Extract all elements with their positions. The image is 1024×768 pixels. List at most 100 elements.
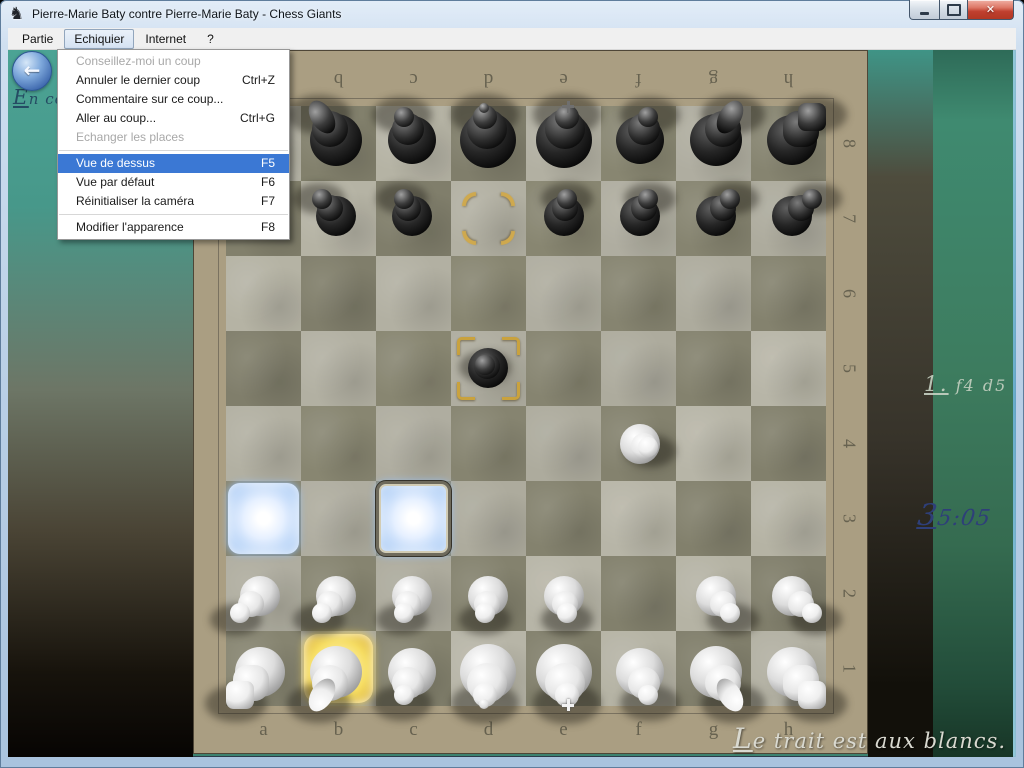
piece-white-king-e1[interactable] [526,631,601,706]
piece-white-knight-b1[interactable] [301,631,376,706]
piece-black-bishop-f8[interactable] [601,106,676,181]
maximize-icon [947,4,961,16]
square-d6[interactable] [451,256,526,331]
square-f3[interactable] [601,481,676,556]
chess-board: abcdefgh abcdefgh 87654321 [193,50,868,754]
piece-black-pawn-f7[interactable] [601,181,676,256]
menu-item-commentaire-sur-ce-coup[interactable]: Commentaire sur ce coup... [58,90,289,109]
knight-chess-icon: ♞ [9,4,24,24]
square-e5[interactable] [526,331,601,406]
square-g4[interactable] [676,406,751,481]
piece-black-knight-b8[interactable] [301,106,376,181]
square-d4[interactable] [451,406,526,481]
menu-item-shortcut: F8 [261,218,275,237]
square-h5[interactable] [751,331,826,406]
file-label-top-g: g [676,59,751,99]
square-f2[interactable] [601,556,676,631]
square-d3[interactable] [451,481,526,556]
square-a4[interactable] [226,406,301,481]
piece-black-pawn-g7[interactable] [676,181,751,256]
square-a5[interactable] [226,331,301,406]
square-h6[interactable] [751,256,826,331]
piece-black-queen-d8[interactable] [451,106,526,181]
square-b5[interactable] [301,331,376,406]
close-button[interactable]: ✕ [968,0,1014,20]
piece-black-pawn-b7[interactable] [301,181,376,256]
square-b4[interactable] [301,406,376,481]
piece-head [557,603,577,623]
minimize-button[interactable] [909,0,940,20]
piece-white-queen-d1[interactable] [451,631,526,706]
menu-item-vue-de-dessus[interactable]: Vue de dessusF5 [58,154,289,173]
menu-partie[interactable]: Partie [12,29,63,49]
file-label-top-d: d [451,59,526,99]
square-f6[interactable] [601,256,676,331]
piece-black-king-e8[interactable] [526,106,601,181]
menu-help[interactable]: ? [197,29,224,49]
file-labels-top: abcdefgh [226,59,826,99]
square-c6[interactable] [376,256,451,331]
square-b3[interactable] [301,481,376,556]
title-bar[interactable]: ♞ Pierre-Marie Baty contre Pierre-Marie … [0,0,1024,28]
square-g6[interactable] [676,256,751,331]
piece-white-pawn-g2[interactable] [676,556,751,631]
square-c5[interactable] [376,331,451,406]
square-h3[interactable] [751,481,826,556]
piece-black-bishop-c8[interactable] [376,106,451,181]
piece-head [798,103,826,131]
menu-item-aller-au-coup[interactable]: Aller au coup...Ctrl+G [58,109,289,128]
square-e4[interactable] [526,406,601,481]
status-message: Le trait est aux blancs. [733,722,1006,755]
menu-item-label: Annuler le dernier coup [76,71,200,90]
piece-white-pawn-f4[interactable] [601,406,676,481]
piece-black-pawn-e7[interactable] [526,181,601,256]
square-f5[interactable] [601,331,676,406]
minimize-icon [920,12,929,15]
back-arrow-icon: ← [24,58,41,82]
menu-item-shortcut: F6 [261,173,275,192]
window-controls: ✕ [909,0,1014,20]
piece-white-knight-g1[interactable] [676,631,751,706]
menu-item-vue-par-defaut[interactable]: Vue par défautF6 [58,173,289,192]
square-h4[interactable] [751,406,826,481]
menu-item-shortcut: F5 [261,154,275,173]
piece-white-pawn-d2[interactable] [451,556,526,631]
piece-white-bishop-f1[interactable] [601,631,676,706]
menu-item-label: Aller au coup... [76,109,156,128]
piece-head [475,355,495,375]
menu-item-label: Echanger les places [76,128,184,147]
piece-black-rook-h8[interactable] [751,106,826,181]
piece-black-pawn-h7[interactable] [751,181,826,256]
piece-black-knight-g8[interactable] [676,106,751,181]
square-a6[interactable] [226,256,301,331]
piece-black-pawn-c7[interactable] [376,181,451,256]
piece-head [557,189,577,209]
menu-echiquier[interactable]: Echiquier [64,29,134,49]
square-b6[interactable] [301,256,376,331]
piece-white-pawn-b2[interactable] [301,556,376,631]
piece-black-pawn-d5[interactable] [451,331,526,406]
menu-item-annuler-le-dernier-coup[interactable]: Annuler le dernier coupCtrl+Z [58,71,289,90]
menu-internet[interactable]: Internet [135,29,196,49]
menu-item-reinitialiser-la-camera[interactable]: Réinitialiser la caméraF7 [58,192,289,211]
piece-white-bishop-c1[interactable] [376,631,451,706]
piece-white-pawn-c2[interactable] [376,556,451,631]
piece-white-pawn-e2[interactable] [526,556,601,631]
square-e3[interactable] [526,481,601,556]
menu-item-conseillez-moi-un-coup: Conseillez-moi un coup [58,52,289,71]
game-clock: 35:05 [916,498,994,533]
square-e6[interactable] [526,256,601,331]
piece-white-pawn-h2[interactable] [751,556,826,631]
square-g3[interactable] [676,481,751,556]
square-g5[interactable] [676,331,751,406]
maximize-button[interactable] [940,0,968,20]
piece-head [312,603,332,623]
piece-white-pawn-a2[interactable] [226,556,301,631]
back-button[interactable]: ← [12,51,52,91]
menu-item-modifier-l-apparence[interactable]: Modifier l'apparenceF8 [58,218,289,237]
piece-head [720,603,740,623]
square-c4[interactable] [376,406,451,481]
piece-white-rook-h1[interactable] [751,631,826,706]
highlight-last-move-origin-marks-d7 [451,181,526,256]
menu-separator [59,214,288,215]
